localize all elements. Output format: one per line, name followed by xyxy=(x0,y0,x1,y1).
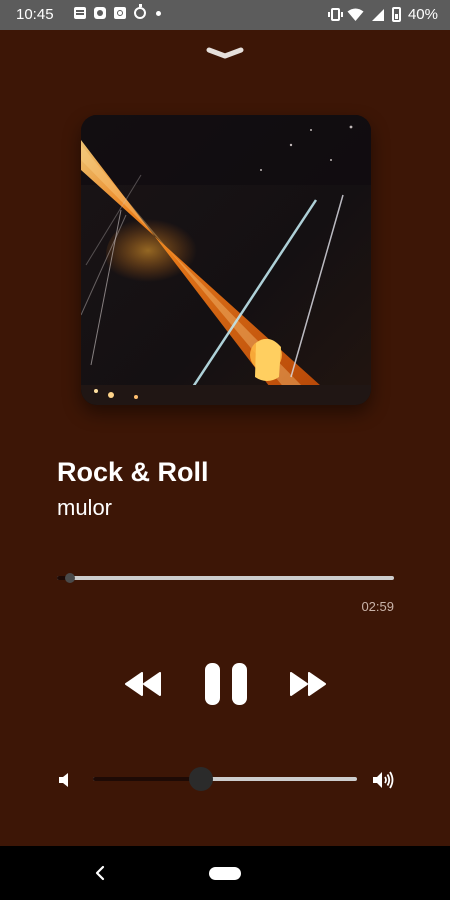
fast-forward-icon[interactable] xyxy=(289,672,327,696)
navigation-bar xyxy=(0,846,450,900)
volume-slider[interactable] xyxy=(93,767,357,791)
news-icon xyxy=(74,7,86,19)
wifi-icon xyxy=(347,8,364,21)
song-title: Rock & Roll xyxy=(57,457,209,487)
progress-thumb[interactable] xyxy=(65,573,76,583)
vibrate-icon xyxy=(327,8,343,21)
status-time: 10:45 xyxy=(16,6,54,23)
volume-high-icon xyxy=(373,771,394,789)
dot-icon xyxy=(156,10,161,16)
volume-low-icon xyxy=(59,773,68,787)
volume-thumb[interactable] xyxy=(189,767,214,791)
status-bar: 10:45 40% xyxy=(0,0,450,30)
pause-icon[interactable] xyxy=(203,662,249,706)
album-art-image xyxy=(81,115,371,405)
chevron-down-icon[interactable] xyxy=(205,43,245,63)
home-pill-icon[interactable] xyxy=(209,867,241,880)
album-art xyxy=(81,115,371,405)
track-duration: 02:59 xyxy=(361,599,394,614)
artist-name: mulor xyxy=(57,495,113,520)
timer-icon xyxy=(134,4,146,19)
battery-level: 40% xyxy=(407,6,438,23)
back-chevron-icon[interactable] xyxy=(90,862,110,884)
battery-icon xyxy=(391,7,401,22)
camera-app-icon xyxy=(114,7,126,19)
flipboard-icon xyxy=(94,7,106,19)
signal-icon xyxy=(371,8,384,21)
progress-slider[interactable] xyxy=(57,573,394,583)
volume-fill xyxy=(93,777,202,781)
rewind-icon[interactable] xyxy=(124,672,162,696)
